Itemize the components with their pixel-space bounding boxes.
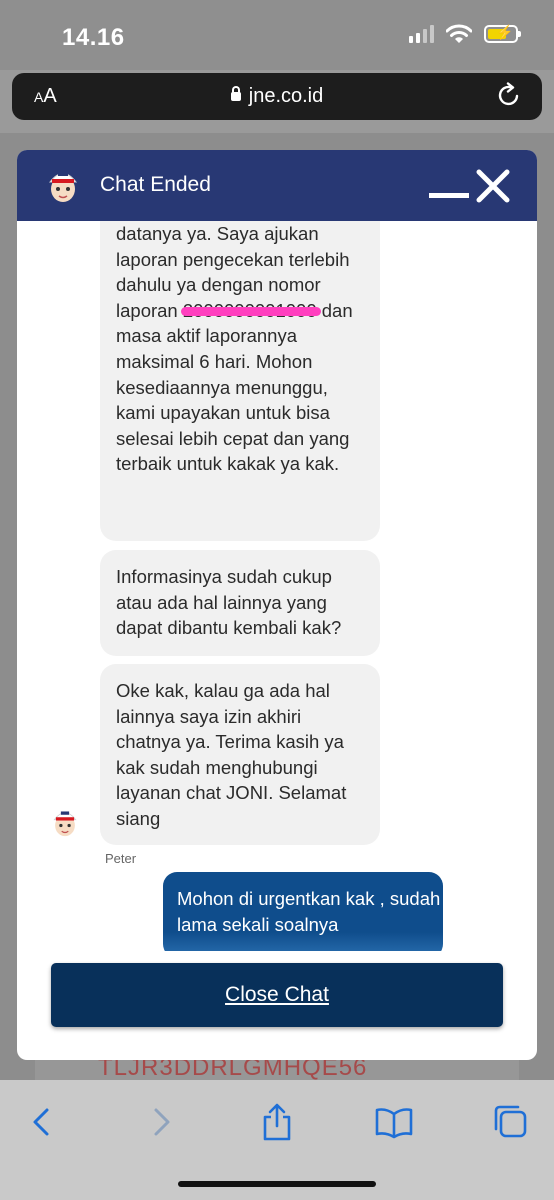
chevron-left-icon[interactable] <box>22 1102 62 1142</box>
home-indicator <box>178 1181 376 1187</box>
wifi-icon <box>446 24 472 43</box>
chevron-right-icon[interactable] <box>141 1102 181 1142</box>
mascot-avatar-icon <box>48 172 78 202</box>
status-time: 14.16 <box>62 24 125 51</box>
status-icons: ⚡ <box>409 24 521 44</box>
user-message: Mohon di urgentkan kak , sudah lama seka… <box>163 872 443 951</box>
close-icon[interactable] <box>473 166 513 206</box>
redacted-report-number: 2000000001000 <box>180 298 321 324</box>
agent-name: Peter <box>105 851 137 866</box>
reload-icon[interactable] <box>496 82 522 108</box>
battery-charging-icon: ⚡ <box>484 24 521 43</box>
lock-icon <box>230 86 241 101</box>
agent-avatar-icon <box>53 811 77 837</box>
chat-title: Chat Ended <box>100 173 211 196</box>
url-text: jne.co.id <box>248 85 324 107</box>
close-chat-button[interactable]: Close Chat <box>51 963 503 1027</box>
message-list[interactable]: datanya ya. Saya ajukan laporan pengecek… <box>17 221 537 951</box>
share-icon[interactable] <box>257 1102 297 1142</box>
chat-header: Chat Ended <box>17 150 537 221</box>
minimize-icon <box>429 193 469 198</box>
agent-message: Informasinya sudah cukup atau ada hal la… <box>100 550 380 656</box>
book-icon[interactable] <box>374 1102 414 1142</box>
cellular-signal-icon <box>409 25 434 43</box>
address-bar[interactable]: AA jne.co.id <box>12 73 542 120</box>
minimize-button[interactable] <box>427 168 471 202</box>
tabs-icon[interactable] <box>491 1102 531 1142</box>
agent-message: Oke kak, kalau ga ada hal lainnya saya i… <box>100 664 380 845</box>
chat-window: Chat Ended datanya ya. Saya ajukan lapor… <box>17 150 537 1060</box>
agent-message: datanya ya. Saya ajukan laporan pengecek… <box>100 221 380 541</box>
url-display[interactable]: jne.co.id <box>12 85 542 108</box>
status-bar: 14.16 ⚡ <box>0 0 554 70</box>
